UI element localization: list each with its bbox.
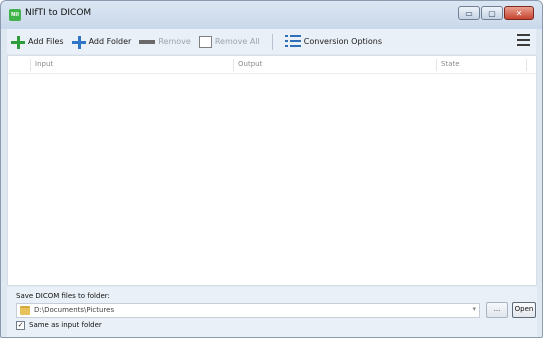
maximize-icon: ▢ bbox=[488, 9, 496, 18]
window-controls: ▭ ▢ ✕ bbox=[458, 6, 534, 22]
column-divider bbox=[233, 59, 234, 71]
minimize-button[interactable]: ▭ bbox=[458, 6, 480, 20]
output-panel: Save DICOM files to folder: D:\Documents… bbox=[7, 287, 537, 337]
file-list[interactable]: Input Output State bbox=[7, 55, 537, 286]
list-header: Input Output State bbox=[8, 56, 536, 74]
column-header-state[interactable]: State bbox=[441, 60, 460, 68]
toolbar-separator bbox=[271, 33, 273, 50]
maximize-button[interactable]: ▢ bbox=[481, 6, 503, 20]
column-header-input[interactable]: Input bbox=[35, 60, 53, 68]
add-folder-button[interactable]: Add Folder bbox=[68, 32, 136, 52]
output-folder-path: D:\Documents\Pictures bbox=[34, 306, 115, 314]
add-files-label: Add Files bbox=[28, 37, 64, 46]
conversion-options-label: Conversion Options bbox=[303, 37, 383, 46]
remove-button[interactable]: Remove bbox=[135, 32, 194, 52]
add-files-button[interactable]: Add Files bbox=[7, 32, 68, 52]
remove-all-label: Remove All bbox=[214, 37, 260, 46]
column-header-output[interactable]: Output bbox=[238, 60, 262, 68]
column-divider bbox=[526, 59, 527, 71]
close-button[interactable]: ✕ bbox=[504, 6, 534, 20]
browse-button[interactable]: ... bbox=[486, 302, 508, 318]
title-bar[interactable]: NII NIfTI to DICOM ▭ ▢ ✕ bbox=[1, 1, 542, 29]
plus-icon bbox=[71, 35, 86, 49]
folder-icon bbox=[20, 306, 30, 315]
chevron-down-icon[interactable]: ▾ bbox=[472, 305, 476, 313]
minus-icon bbox=[139, 39, 156, 44]
save-folder-label: Save DICOM files to folder: bbox=[16, 292, 110, 300]
remove-all-button[interactable]: Remove All bbox=[195, 32, 264, 52]
close-icon: ✕ bbox=[515, 9, 523, 18]
hamburger-menu-icon[interactable] bbox=[517, 34, 530, 46]
minimize-icon: ▭ bbox=[465, 9, 473, 18]
add-folder-label: Add Folder bbox=[88, 37, 132, 46]
app-icon: NII bbox=[9, 9, 21, 21]
list-icon bbox=[284, 35, 301, 48]
plus-icon bbox=[11, 35, 25, 49]
remove-label: Remove bbox=[158, 37, 191, 46]
empty-box-icon bbox=[198, 35, 212, 48]
open-button[interactable]: Open bbox=[512, 302, 536, 318]
window-title: NIfTI to DICOM bbox=[25, 8, 92, 18]
toolbar: Add Files Add Folder Remove Remove All C… bbox=[7, 29, 536, 54]
conversion-options-button[interactable]: Conversion Options bbox=[281, 32, 386, 52]
column-divider bbox=[436, 59, 437, 71]
column-divider bbox=[30, 59, 31, 71]
output-folder-combo[interactable]: D:\Documents\Pictures ▾ bbox=[16, 303, 480, 318]
app-window: NII NIfTI to DICOM ▭ ▢ ✕ Add Files Add F… bbox=[0, 0, 543, 338]
same-as-input-label[interactable]: Same as input folder bbox=[29, 321, 102, 329]
same-as-input-checkbox[interactable]: ✓ bbox=[16, 321, 25, 330]
